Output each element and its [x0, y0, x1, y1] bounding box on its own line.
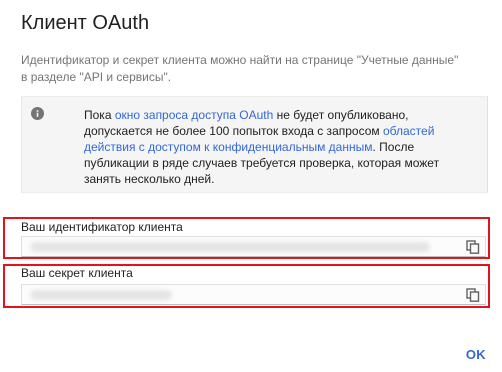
client-id-label: Ваш идентификатор клиента [21, 220, 183, 234]
consent-screen-link[interactable]: окно запроса доступа OAuth [115, 108, 273, 122]
copy-client-secret-icon[interactable] [466, 288, 480, 302]
info-notice: Пока окно запроса доступа OAuth не будет… [21, 96, 488, 193]
notice-text-part: Пока [84, 108, 115, 122]
client-secret-label: Ваш секрет клиента [21, 266, 133, 280]
copy-client-id-icon[interactable] [466, 240, 480, 254]
client-id-field[interactable] [21, 236, 486, 257]
dialog-intro: Идентификатор и секрет клиента можно най… [21, 53, 459, 84]
client-secret-field[interactable] [21, 284, 486, 305]
dialog-title: Клиент OAuth [21, 12, 150, 34]
client-id-value-redacted [30, 242, 430, 252]
info-icon [31, 107, 44, 120]
notice-text: Пока окно запроса доступа OAuth не будет… [84, 107, 444, 187]
ok-button[interactable]: OK [466, 347, 486, 362]
client-secret-value-redacted [30, 290, 172, 300]
